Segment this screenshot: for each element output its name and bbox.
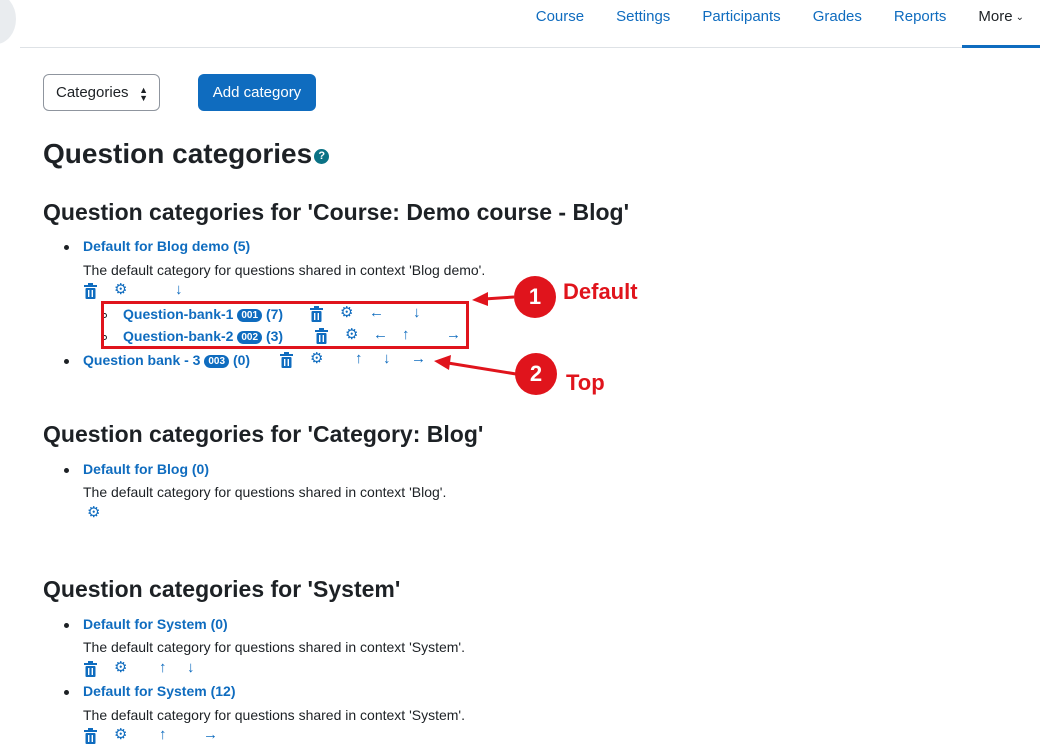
arrow-right-icon[interactable]: → xyxy=(203,727,218,743)
annotation-number: 2 xyxy=(515,353,557,395)
arrow-up-icon[interactable]: ↑ xyxy=(159,727,167,743)
gear-icon[interactable]: ⚙ xyxy=(114,660,127,676)
annotation-label: Top xyxy=(566,370,605,395)
gear-icon[interactable]: ⚙ xyxy=(87,505,100,521)
category-link[interactable]: Default for System (0) xyxy=(83,616,228,632)
trash-icon[interactable] xyxy=(83,661,98,677)
category-description: The default category for questions share… xyxy=(83,707,465,723)
gear-icon[interactable]: ⚙ xyxy=(114,727,127,743)
annotation-number: 1 xyxy=(514,276,556,318)
category-description: The default category for questions share… xyxy=(83,484,447,500)
trash-icon[interactable] xyxy=(83,728,98,744)
category-link[interactable]: Default for System (12) xyxy=(83,683,235,699)
section-heading: Question categories for 'Category: Blog' xyxy=(43,421,484,447)
arrow-up-icon[interactable]: ↑ xyxy=(159,660,167,676)
arrow-down-icon[interactable]: ↓ xyxy=(187,660,195,676)
category-link[interactable]: Default for Blog (0) xyxy=(83,461,209,477)
category-description: The default category for questions share… xyxy=(83,639,465,655)
section-heading: Question categories for 'System' xyxy=(43,576,401,602)
annotation-label: Default xyxy=(563,279,638,304)
